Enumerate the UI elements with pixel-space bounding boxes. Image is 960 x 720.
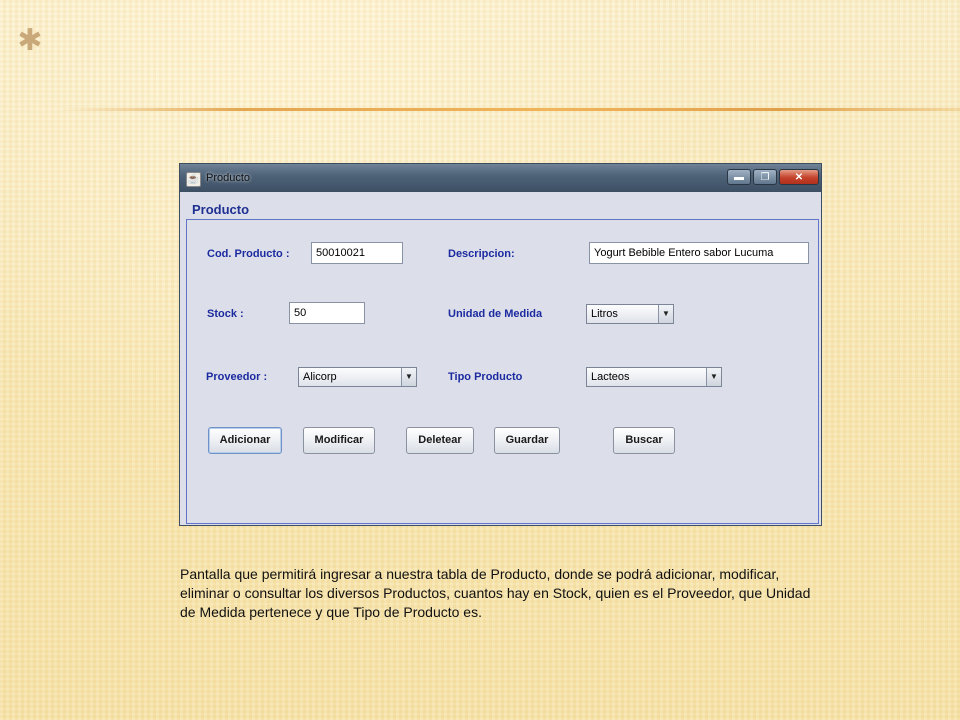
cod-producto-label: Cod. Producto : xyxy=(207,248,290,260)
deletear-button[interactable]: Deletear xyxy=(406,427,474,454)
unidad-medida-select[interactable]: Litros ▼ xyxy=(586,304,674,324)
modificar-button[interactable]: Modificar xyxy=(303,427,375,454)
stock-label: Stock : xyxy=(207,308,244,320)
chevron-down-icon[interactable]: ▼ xyxy=(401,368,416,386)
close-button[interactable]: ✕ xyxy=(779,169,819,185)
proveedor-label: Proveedor : xyxy=(206,371,268,383)
buscar-button[interactable]: Buscar xyxy=(613,427,675,454)
producto-window: ☕ Producto ▬ ❐ ✕ Producto Cod. Producto … xyxy=(179,163,822,526)
descripcion-label: Descripcion: xyxy=(448,248,515,260)
chevron-down-icon[interactable]: ▼ xyxy=(658,305,673,323)
window-title: Producto xyxy=(206,172,251,184)
star-icon: ✱ xyxy=(17,24,43,57)
chevron-down-icon[interactable]: ▼ xyxy=(706,368,721,386)
stock-input[interactable]: 50 xyxy=(289,302,365,324)
cod-producto-input[interactable]: 50010021 xyxy=(311,242,403,264)
slide-caption: Pantalla que permitirá ingresar a nuestr… xyxy=(180,566,811,620)
decorative-line xyxy=(60,108,960,111)
tipo-producto-label: Tipo Producto xyxy=(448,371,523,383)
tipo-producto-value: Lacteos xyxy=(591,371,630,383)
unidad-medida-label: Unidad de Medida xyxy=(448,308,543,320)
proveedor-select[interactable]: Alicorp ▼ xyxy=(298,367,417,387)
descripcion-input[interactable]: Yogurt Bebible Entero sabor Lucuma xyxy=(589,242,809,264)
panel-title: Producto xyxy=(192,202,250,217)
java-app-icon: ☕ xyxy=(186,172,201,187)
adicionar-button[interactable]: Adicionar xyxy=(208,427,282,454)
unidad-medida-value: Litros xyxy=(591,308,618,320)
proveedor-value: Alicorp xyxy=(303,371,337,383)
maximize-button[interactable]: ❐ xyxy=(753,169,777,185)
window-titlebar[interactable]: ☕ Producto ▬ ❐ ✕ xyxy=(180,164,821,192)
minimize-button[interactable]: ▬ xyxy=(727,169,751,185)
guardar-button[interactable]: Guardar xyxy=(494,427,560,454)
tipo-producto-select[interactable]: Lacteos ▼ xyxy=(586,367,722,387)
